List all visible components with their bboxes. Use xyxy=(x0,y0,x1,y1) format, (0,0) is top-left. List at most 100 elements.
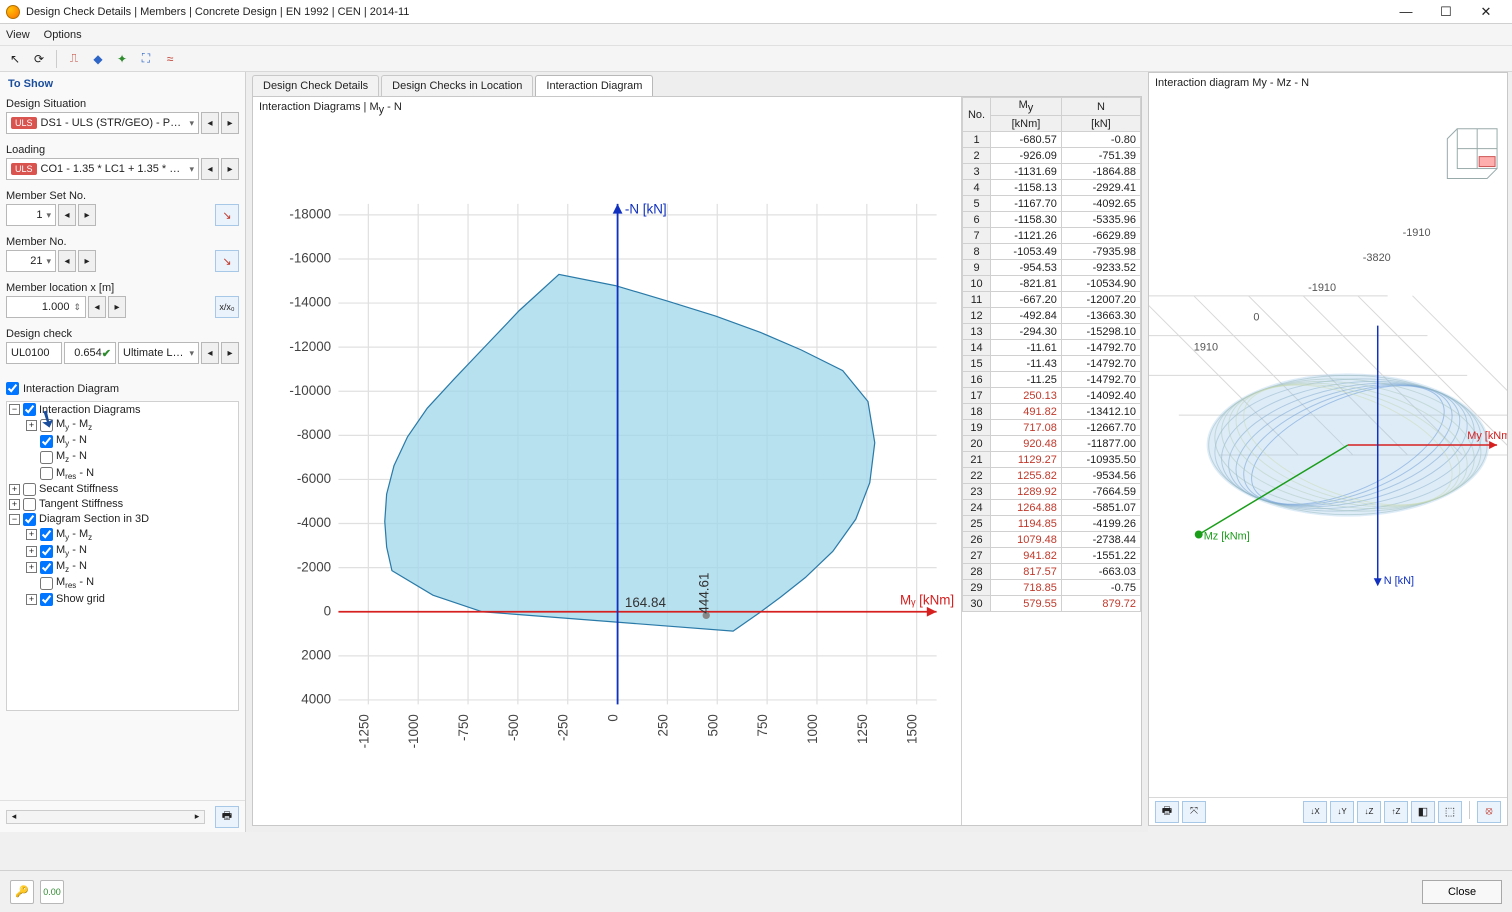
tree-chk[interactable] xyxy=(40,593,53,606)
member-location-input[interactable]: 1.000 ⇕ xyxy=(6,296,86,318)
table-row[interactable]: 20920.48-11877.00 xyxy=(963,436,1141,452)
toolbar-rotate-icon[interactable]: ⟳ xyxy=(28,49,50,69)
design-check-code-combo[interactable]: UL0100 xyxy=(6,342,62,364)
design-check-next-button[interactable]: ▸ xyxy=(221,342,239,364)
table-row[interactable]: 10-821.81-10534.90 xyxy=(963,276,1141,292)
table-row[interactable]: 5-1167.70-4092.65 xyxy=(963,196,1141,212)
member-set-combo[interactable]: 1 ▾ xyxy=(6,204,56,226)
member-set-pick-button[interactable]: ↘ xyxy=(215,204,239,226)
toolbar-select-icon[interactable]: ↖ xyxy=(4,49,26,69)
table-row[interactable]: 29718.85-0.75 xyxy=(963,580,1141,596)
member-loc-xx0-button[interactable]: x/x₀ xyxy=(215,296,239,318)
view-reset-button[interactable]: ⦻ xyxy=(1477,801,1501,823)
design-situation-combo[interactable]: ULS DS1 - ULS (STR/GEO) - Perma… ▾ xyxy=(6,112,199,134)
table-row[interactable]: 9-954.53-9233.52 xyxy=(963,260,1141,276)
menu-view[interactable]: View xyxy=(6,29,30,41)
view-yz-button[interactable]: ↓Y xyxy=(1330,801,1354,823)
table-row[interactable]: 28817.57-663.03 xyxy=(963,564,1141,580)
tree-chk[interactable] xyxy=(40,577,53,590)
diagram-tree[interactable]: −Interaction Diagrams +My - Mz My - N Mz… xyxy=(6,401,239,711)
view-flip-button[interactable]: ↑Z xyxy=(1384,801,1408,823)
tree-chk[interactable] xyxy=(40,528,53,541)
design-check-prev-button[interactable]: ◂ xyxy=(201,342,219,364)
table-row[interactable]: 19717.08-12667.70 xyxy=(963,420,1141,436)
toolbar-tool-4-icon[interactable]: ⛶ xyxy=(135,49,157,69)
table-row[interactable]: 221255.82-9534.56 xyxy=(963,468,1141,484)
close-window-button[interactable]: ✕ xyxy=(1466,4,1506,20)
loading-prev-button[interactable]: ◂ xyxy=(201,158,219,180)
member-no-next-button[interactable]: ▸ xyxy=(78,250,96,272)
view-xy-button[interactable]: ↓X xyxy=(1303,801,1327,823)
maximize-button[interactable]: ☐ xyxy=(1426,4,1466,20)
table-row[interactable]: 6-1158.30-5335.96 xyxy=(963,212,1141,228)
help-button[interactable]: 🔑 xyxy=(10,880,34,904)
toolbar-tool-1-icon[interactable]: ⎍ xyxy=(63,49,85,69)
table-row[interactable]: 251194.85-4199.26 xyxy=(963,516,1141,532)
loading-combo[interactable]: ULS CO1 - 1.35 * LC1 + 1.35 * LC… ▾ xyxy=(6,158,199,180)
tree-expand-icon[interactable]: + xyxy=(26,420,37,431)
design-check-name-combo[interactable]: Ultimate Li… ▾ xyxy=(118,342,199,364)
tree-expand-icon[interactable]: + xyxy=(26,529,37,540)
table-row[interactable]: 16-11.25-14792.70 xyxy=(963,372,1141,388)
tree-chk[interactable] xyxy=(40,419,53,432)
design-situation-prev-button[interactable]: ◂ xyxy=(201,112,219,134)
tree-chk[interactable] xyxy=(40,561,53,574)
precision-button[interactable]: 0.00 xyxy=(40,880,64,904)
table-row[interactable]: 18491.82-13412.10 xyxy=(963,404,1141,420)
table-row[interactable]: 231289.92-7664.59 xyxy=(963,484,1141,500)
table-row[interactable]: 12-492.84-13663.30 xyxy=(963,308,1141,324)
table-row[interactable]: 261079.48-2738.44 xyxy=(963,532,1141,548)
toolbar-tool-2-icon[interactable]: ◆ xyxy=(87,49,109,69)
toolbar-tool-3-icon[interactable]: ✦ xyxy=(111,49,133,69)
right-print-button[interactable]: 🖶 xyxy=(1155,801,1179,823)
table-row[interactable]: 17250.13-14092.40 xyxy=(963,388,1141,404)
design-check-ratio-combo[interactable]: 0.654 ✔ xyxy=(64,342,116,364)
tab-design-checks-in-location[interactable]: Design Checks in Location xyxy=(381,75,533,96)
toolbar-tool-5-icon[interactable]: ≈ xyxy=(159,49,181,69)
table-row[interactable]: 14-11.61-14792.70 xyxy=(963,340,1141,356)
view-xz-button[interactable]: ↓Z xyxy=(1357,801,1381,823)
tree-chk[interactable] xyxy=(40,545,53,558)
view-iso-button[interactable]: ◧ xyxy=(1411,801,1435,823)
tree-expand-icon[interactable]: + xyxy=(26,562,37,573)
member-set-prev-button[interactable]: ◂ xyxy=(58,204,76,226)
minimize-button[interactable]: — xyxy=(1386,4,1426,19)
table-row[interactable]: 13-294.30-15298.10 xyxy=(963,324,1141,340)
table-row[interactable]: 30579.55879.72 xyxy=(963,596,1141,612)
tree-chk[interactable] xyxy=(23,483,36,496)
close-button[interactable]: Close xyxy=(1422,880,1502,904)
print-button[interactable]: 🖶 xyxy=(215,806,239,828)
3d-interaction-surface[interactable]: -1910-3820-191001910My [kNm]Mz [kNm]N [k… xyxy=(1149,93,1507,797)
tree-chk[interactable] xyxy=(40,435,53,448)
tree-chk[interactable] xyxy=(23,513,36,526)
member-no-prev-button[interactable]: ◂ xyxy=(58,250,76,272)
table-row[interactable]: 11-667.20-12007.20 xyxy=(963,292,1141,308)
table-row[interactable]: 1-680.57-0.80 xyxy=(963,132,1141,148)
tab-interaction-diagram[interactable]: Interaction Diagram xyxy=(535,75,653,96)
tree-chk[interactable] xyxy=(40,467,53,480)
table-row[interactable]: 4-1158.13-2929.41 xyxy=(963,180,1141,196)
menu-options[interactable]: Options xyxy=(44,29,82,41)
left-scrollbar[interactable]: ◂ ▸ xyxy=(6,810,205,824)
member-no-pick-button[interactable]: ↘ xyxy=(215,250,239,272)
tree-expand-icon[interactable]: + xyxy=(9,484,20,495)
right-axes-button[interactable]: ⤧ xyxy=(1182,801,1206,823)
scroll-left-icon[interactable]: ◂ xyxy=(7,811,21,822)
table-row[interactable]: 3-1131.69-1864.88 xyxy=(963,164,1141,180)
design-situation-next-button[interactable]: ▸ xyxy=(221,112,239,134)
table-row[interactable]: 211129.27-10935.50 xyxy=(963,452,1141,468)
table-row[interactable]: 7-1121.26-6629.89 xyxy=(963,228,1141,244)
tree-chk[interactable] xyxy=(40,451,53,464)
interaction-chart[interactable]: -18000-16000-14000-12000-10000-8000-6000… xyxy=(253,120,961,825)
interaction-diagram-checkbox[interactable] xyxy=(6,382,19,395)
table-row[interactable]: 2-926.09-751.39 xyxy=(963,148,1141,164)
table-row[interactable]: 8-1053.49-7935.98 xyxy=(963,244,1141,260)
tree-collapse-icon[interactable]: − xyxy=(9,514,20,525)
tree-collapse-icon[interactable]: − xyxy=(9,404,20,415)
tab-design-check-details[interactable]: Design Check Details xyxy=(252,75,379,96)
tree-expand-icon[interactable]: + xyxy=(26,594,37,605)
member-no-combo[interactable]: 21 ▾ xyxy=(6,250,56,272)
tree-chk[interactable] xyxy=(23,403,36,416)
table-row[interactable]: 27941.82-1551.22 xyxy=(963,548,1141,564)
scroll-right-icon[interactable]: ▸ xyxy=(190,811,204,822)
